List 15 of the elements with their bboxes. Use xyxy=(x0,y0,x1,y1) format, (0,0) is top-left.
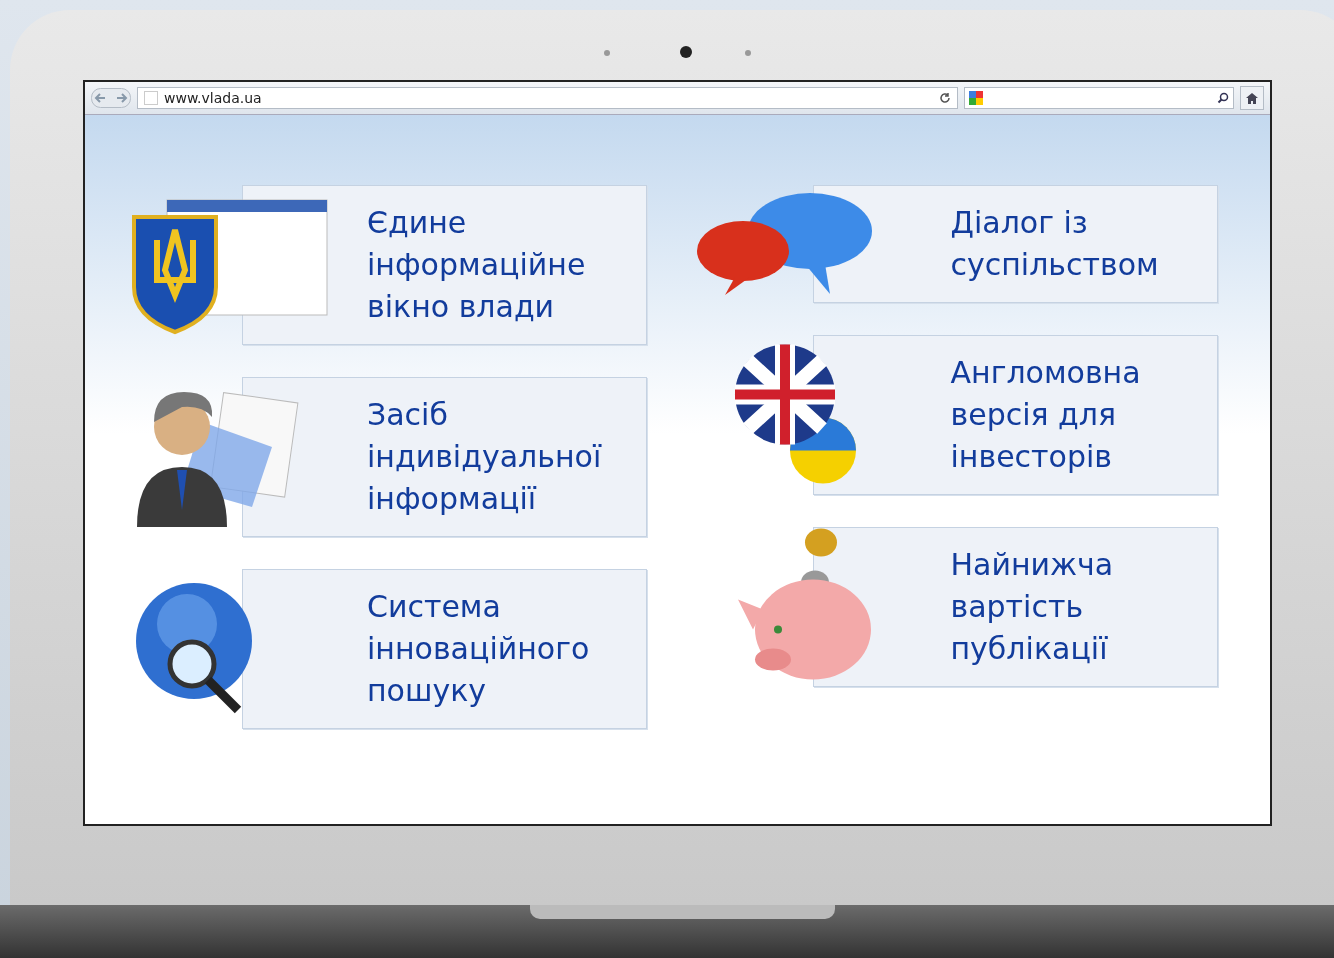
search-engine-icon xyxy=(969,91,983,105)
link-tile[interactable]: Англомовна версія для інвесторів xyxy=(812,335,1218,495)
reload-icon[interactable] xyxy=(939,92,951,104)
back-forward-icon[interactable] xyxy=(91,88,131,108)
webcam-icon xyxy=(680,46,692,58)
link-tile[interactable]: Засіб індивідуальної інформації xyxy=(242,377,647,537)
link-tile[interactable]: Найнижча вартість публікації xyxy=(812,527,1218,687)
link-tile[interactable]: Діалог із суспільством xyxy=(812,185,1218,303)
search-field[interactable] xyxy=(964,87,1234,109)
address-field[interactable]: www.vlada.ua xyxy=(137,87,958,109)
home-icon xyxy=(1246,92,1258,104)
home-button[interactable] xyxy=(1240,86,1264,110)
url-text: www.vlada.ua xyxy=(164,90,262,106)
search-icon[interactable] xyxy=(1217,92,1229,104)
link-tile[interactable]: Система інноваційного пошуку xyxy=(242,569,647,729)
